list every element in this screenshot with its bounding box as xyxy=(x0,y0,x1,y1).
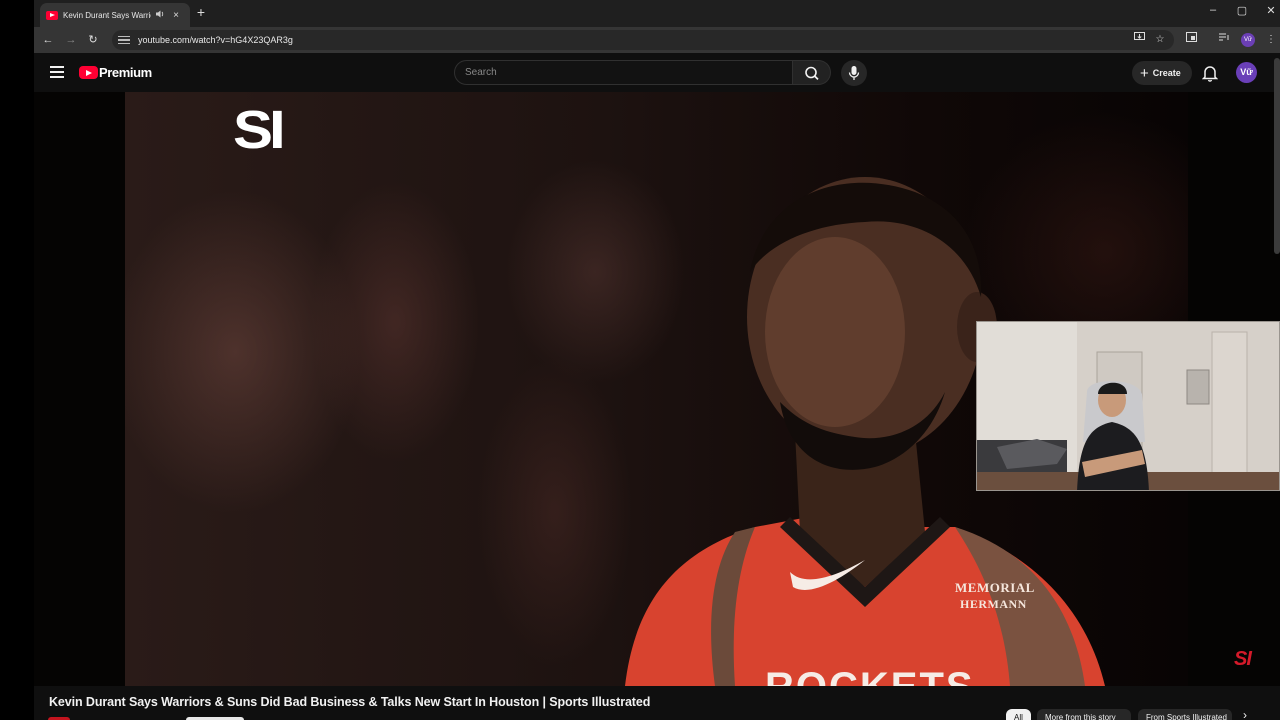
install-app-icon[interactable] xyxy=(1132,30,1146,50)
notifications-bell-icon[interactable] xyxy=(1201,64,1219,82)
video-title: Kevin Durant Says Warriors & Suns Did Ba… xyxy=(49,695,651,709)
youtube-favicon-icon xyxy=(46,10,58,20)
address-bar[interactable]: youtube.com/watch?v=hG4X23QAR3g ☆ xyxy=(112,30,1174,50)
bookmark-star-icon[interactable]: ☆ xyxy=(1153,30,1167,50)
channel-logo-overlay: SI xyxy=(233,99,286,160)
new-tab-button[interactable]: + xyxy=(194,4,208,20)
minimize-button[interactable]: – xyxy=(1206,4,1220,16)
create-button[interactable]: + Create xyxy=(1132,61,1192,85)
video-info-row: Kevin Durant Says Warriors & Suns Did Ba… xyxy=(34,686,1280,720)
tab-close-icon[interactable]: × xyxy=(171,10,181,21)
browser-menu-icon[interactable]: ⋮ xyxy=(1264,32,1278,48)
search-input[interactable] xyxy=(454,60,793,85)
account-avatar[interactable]: Vữ xyxy=(1236,62,1257,83)
jersey-team-text: ROCKETS xyxy=(765,665,975,686)
search-button[interactable] xyxy=(793,60,831,85)
chip-more-from-this-story[interactable]: More from this story xyxy=(1037,709,1131,720)
desktop-left-edge xyxy=(0,0,34,720)
youtube-logo-icon[interactable] xyxy=(79,66,98,79)
menu-icon[interactable] xyxy=(50,66,64,78)
create-label: Create xyxy=(1152,68,1181,78)
browser-profile-avatar[interactable]: Vữ xyxy=(1241,33,1255,47)
jersey-sponsor-line2: HERMANN xyxy=(960,597,1027,611)
webcam-overlay xyxy=(976,321,1280,491)
tab-strip: Kevin Durant Says Warriors × + – ▢ ✕ xyxy=(34,0,1280,27)
back-button[interactable]: ← xyxy=(41,32,55,48)
chip-from-sports-illustrated[interactable]: From Sports Illustrated xyxy=(1138,709,1232,720)
chip-all[interactable]: All xyxy=(1006,709,1031,720)
jersey-sponsor-line1: MEMORIAL xyxy=(955,580,1035,595)
maximize-button[interactable]: ▢ xyxy=(1235,4,1249,17)
browser-window: Kevin Durant Says Warriors × + – ▢ ✕ ← →… xyxy=(34,0,1280,720)
reload-button[interactable]: ↻ xyxy=(86,32,100,48)
speaker-icon[interactable] xyxy=(156,10,166,20)
voice-search-button[interactable] xyxy=(841,60,867,86)
chevron-right-icon[interactable]: › xyxy=(1238,708,1252,720)
url-text[interactable]: youtube.com/watch?v=hG4X23QAR3g xyxy=(138,35,293,45)
webcam-scene xyxy=(977,322,1279,490)
page-scrollbar[interactable] xyxy=(1274,58,1280,254)
tab-search-icon[interactable] xyxy=(1184,32,1198,48)
plus-icon: + xyxy=(1140,64,1149,82)
channel-watermark[interactable]: SI xyxy=(1234,648,1252,671)
youtube-premium-wordmark[interactable]: Premium xyxy=(99,65,152,80)
media-controls-icon[interactable] xyxy=(1217,32,1231,48)
tab-title: Kevin Durant Says Warriors xyxy=(63,10,151,20)
search-icon xyxy=(805,66,819,81)
close-window-button[interactable]: ✕ xyxy=(1264,4,1278,17)
browser-tab[interactable]: Kevin Durant Says Warriors × xyxy=(40,3,190,27)
site-info-icon[interactable] xyxy=(118,34,130,46)
youtube-header: Premium + Create Vữ xyxy=(34,53,1280,92)
forward-button[interactable]: → xyxy=(64,32,78,48)
video-player[interactable]: SI MEMORIAL HERMANN SI xyxy=(34,92,1280,686)
microphone-icon xyxy=(848,66,860,80)
browser-toolbar: ← → ↻ youtube.com/watch?v=hG4X23QAR3g ☆ … xyxy=(34,27,1280,53)
